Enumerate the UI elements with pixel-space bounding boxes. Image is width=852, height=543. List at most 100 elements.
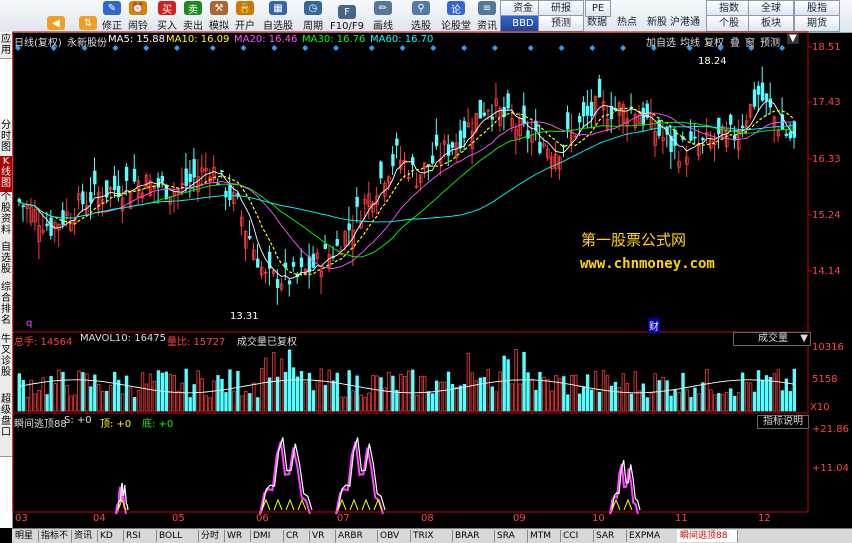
x-tick: 12 — [758, 513, 771, 524]
signal-diamond — [430, 45, 437, 51]
volume-bar — [478, 377, 483, 412]
indicator-tab[interactable]: 明星 — [12, 530, 39, 542]
indicator-tab[interactable]: VR — [309, 530, 336, 542]
add-watchlist-button[interactable]: 加自选 — [646, 34, 676, 49]
ma-line-button[interactable]: 均线 — [680, 34, 700, 49]
volume-bar — [637, 390, 641, 412]
volume-bar — [375, 375, 379, 412]
volume-bar — [411, 369, 415, 412]
indicator-tab[interactable]: OBV — [377, 530, 411, 542]
volume-bar — [180, 382, 184, 412]
volume-bar — [407, 370, 411, 412]
volume-bar — [335, 372, 339, 412]
volume-bar — [438, 381, 443, 412]
indicator-tab[interactable]: 资讯 — [71, 530, 98, 542]
indicator-tab[interactable]: EXPMA — [626, 530, 678, 542]
candle-body — [228, 184, 232, 201]
volume-bar — [101, 390, 105, 412]
overlay-button[interactable]: 叠 — [730, 34, 740, 49]
candle-body — [506, 93, 510, 109]
volume-bar — [585, 374, 590, 412]
volume-bar — [550, 390, 554, 412]
volume-bar — [705, 369, 709, 412]
candle-body — [752, 89, 757, 107]
indicator-yellow-triangle — [285, 498, 295, 511]
indicator-tab[interactable]: WR — [224, 530, 251, 542]
volume-bar — [470, 372, 475, 412]
indicator-tab[interactable]: DMI — [250, 530, 284, 542]
indicator-tick: +11.04 — [812, 463, 850, 474]
indicator-help-button[interactable]: 指标说明 — [757, 415, 809, 429]
volume-bar — [323, 385, 328, 412]
volume-bar — [37, 390, 41, 412]
candle-body — [482, 112, 486, 116]
volume-bar — [772, 373, 777, 412]
candle-body — [768, 98, 773, 108]
indicator-tab[interactable]: ARBR — [335, 530, 378, 542]
volume-bar — [709, 389, 713, 412]
kline-chart[interactable] — [0, 0, 852, 542]
candle-body — [434, 134, 439, 147]
indicator-tab[interactable]: SAR — [593, 530, 627, 542]
indicator-tab[interactable]: 指标不 — [38, 530, 72, 542]
volume-bar — [196, 370, 200, 412]
volume-bar — [721, 394, 725, 412]
price-tick: 18.51 — [812, 42, 841, 53]
volume-bar — [760, 380, 765, 412]
volume-bar — [415, 394, 419, 412]
volume-bar — [124, 375, 129, 412]
volume-bar — [645, 397, 649, 412]
forecast-menu-button[interactable]: 预测 — [760, 34, 780, 49]
indicator-tab[interactable]: CR — [283, 530, 310, 542]
volume-select[interactable]: 成交量 ▼ — [733, 332, 811, 346]
indicator-tab-bar: 明星 指标不 资讯 KD RSI BOLL 分时 WR DMI CR VR ARBR OBV TRIX BR… — [12, 528, 852, 543]
volume-bar — [267, 377, 272, 412]
indicator-yellow-triangle — [623, 498, 633, 511]
indicator-bottom-value: 底: +0 — [142, 419, 174, 430]
candle-body — [93, 170, 97, 185]
volume-bar — [395, 389, 399, 412]
price-tick: 17.43 — [812, 97, 841, 108]
volume-bar — [112, 371, 117, 412]
indicator-tab[interactable]: 瞬间逃顶88 — [677, 530, 738, 542]
volume-bar — [283, 372, 288, 412]
indicator-tab[interactable]: RSI — [123, 530, 157, 542]
volume-bar — [172, 375, 176, 412]
indicator-tab[interactable]: SRA — [494, 530, 528, 542]
indicator-tab[interactable]: CCI — [560, 530, 594, 542]
indicator-tab[interactable]: MTM — [527, 530, 561, 542]
indicator-tab[interactable]: 分时 — [198, 530, 225, 542]
volume-bar — [331, 380, 335, 412]
volume-bar — [73, 394, 77, 412]
volume-bar — [140, 372, 145, 412]
candle-body — [192, 159, 196, 178]
signal-diamond — [173, 45, 180, 51]
indicator-tab[interactable]: TRIX — [410, 530, 453, 542]
indicator-tab[interactable]: BOLL — [156, 530, 199, 542]
volume-bar — [578, 393, 582, 412]
volume-restored-note: 成交量已复权 — [237, 337, 297, 348]
volume-bar — [85, 373, 89, 412]
volume-bar — [713, 394, 717, 412]
x-tick: 05 — [172, 513, 185, 524]
indicator-top-value: 顶: +0 — [100, 419, 132, 430]
chevron-down-icon[interactable]: ▼ — [787, 33, 799, 44]
volume-bar — [160, 372, 165, 412]
volume-bar — [510, 383, 514, 412]
indicator-tab[interactable]: KD — [97, 530, 124, 542]
restore-right-button[interactable]: 复权 — [704, 34, 724, 49]
volume-bar — [144, 383, 149, 412]
indicator-yellow-triangle — [273, 498, 283, 511]
signal-diamond — [491, 45, 498, 51]
volume-bar — [236, 371, 240, 412]
candle-body — [681, 136, 685, 140]
indicator-pane-border — [12, 412, 809, 513]
indicator-tab[interactable]: BRAR — [452, 530, 495, 542]
volume-bar — [311, 390, 316, 412]
volume-bar — [597, 391, 602, 412]
x-tick: 03 — [15, 513, 28, 524]
finance-marker[interactable]: 财 — [648, 318, 660, 333]
window-button[interactable]: 窗 — [745, 34, 755, 49]
candle-body — [490, 116, 494, 120]
volume-bar — [593, 371, 598, 412]
